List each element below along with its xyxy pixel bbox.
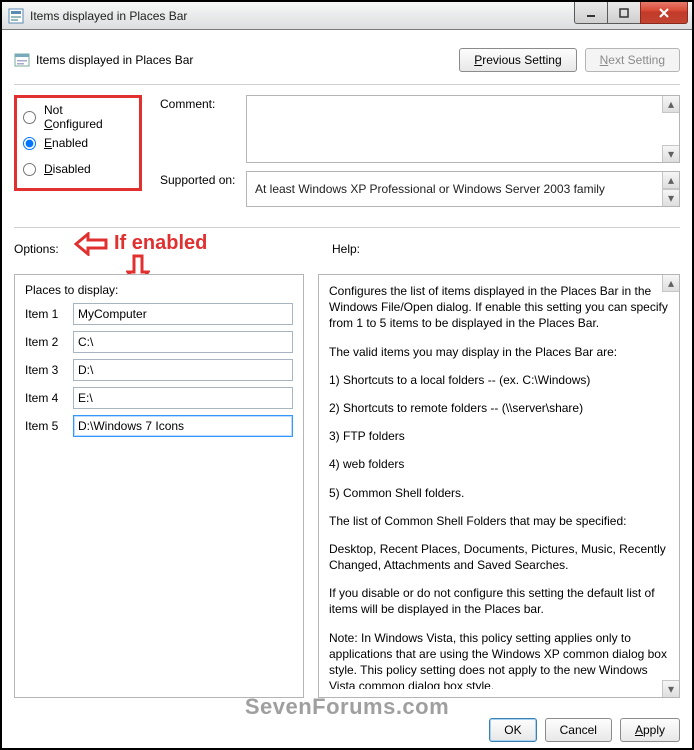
cancel-button[interactable]: Cancel	[545, 718, 612, 742]
radio-not-configured[interactable]	[23, 111, 36, 124]
help-label: Help:	[332, 242, 360, 256]
item-row: Item 2	[25, 331, 293, 353]
item-5-input[interactable]	[73, 415, 293, 437]
header-row: Items displayed in Places Bar Previous S…	[14, 40, 680, 80]
dialog-buttons: OK Cancel Apply	[2, 718, 692, 742]
radio-disabled-label[interactable]: Disabled	[44, 162, 91, 176]
radio-not-configured-label[interactable]: Not Configured	[44, 103, 117, 131]
next-setting-button[interactable]: Next Setting	[585, 48, 680, 72]
window-controls	[575, 2, 688, 24]
separator	[14, 227, 680, 228]
item-row: Item 4	[25, 387, 293, 409]
help-pane: Configures the list of items displayed i…	[318, 274, 680, 698]
scroll-down-icon[interactable]: ▾	[662, 189, 679, 206]
item-3-input[interactable]	[73, 359, 293, 381]
radio-enabled-label[interactable]: Enabled	[44, 136, 88, 150]
item-1-input[interactable]	[73, 303, 293, 325]
scroll-up-icon[interactable]: ▴	[662, 96, 679, 113]
item-2-input[interactable]	[73, 331, 293, 353]
item-row: Item 1	[25, 303, 293, 325]
options-label: Options:	[14, 242, 74, 256]
item-label: Item 1	[25, 307, 73, 321]
supported-on-box: At least Windows XP Professional or Wind…	[246, 171, 680, 207]
comment-label: Comment:	[160, 95, 246, 111]
places-to-display-label: Places to display:	[25, 283, 293, 297]
radio-enabled[interactable]	[23, 137, 36, 150]
scroll-up-icon[interactable]: ▴	[662, 172, 679, 189]
policy-icon	[14, 52, 30, 68]
options-pane: Places to display: Item 1 Item 2 Item 3 …	[14, 274, 304, 698]
scroll-down-icon[interactable]: ▾	[662, 680, 679, 697]
item-row: Item 5	[25, 415, 293, 437]
annotation-if-enabled: If enabled	[74, 232, 207, 256]
minimize-button[interactable]	[574, 2, 608, 24]
app-icon	[8, 8, 24, 24]
item-4-input[interactable]	[73, 387, 293, 409]
supported-on-text: At least Windows XP Professional or Wind…	[255, 182, 605, 196]
apply-button[interactable]: Apply	[620, 718, 680, 742]
comment-textarea[interactable]: ▴ ▾	[246, 95, 680, 163]
scroll-up-icon[interactable]: ▴	[662, 275, 679, 292]
item-label: Item 2	[25, 335, 73, 349]
previous-setting-button[interactable]: Previous Setting	[459, 48, 576, 72]
item-label: Item 5	[25, 419, 73, 433]
radio-disabled[interactable]	[23, 163, 36, 176]
close-button[interactable]	[640, 2, 688, 24]
ok-button[interactable]: OK	[489, 718, 536, 742]
item-row: Item 3	[25, 359, 293, 381]
supported-label: Supported on:	[160, 171, 246, 187]
item-label: Item 4	[25, 391, 73, 405]
item-label: Item 3	[25, 363, 73, 377]
maximize-button[interactable]	[607, 2, 641, 24]
titlebar: Items displayed in Places Bar	[2, 2, 692, 30]
arrow-left-icon	[74, 232, 108, 256]
help-text: Configures the list of items displayed i…	[329, 283, 669, 689]
state-radio-group: Not Configured Enabled Disabled	[14, 95, 142, 191]
page-title: Items displayed in Places Bar	[36, 53, 193, 67]
scroll-down-icon[interactable]: ▾	[662, 145, 679, 162]
separator	[14, 84, 680, 85]
